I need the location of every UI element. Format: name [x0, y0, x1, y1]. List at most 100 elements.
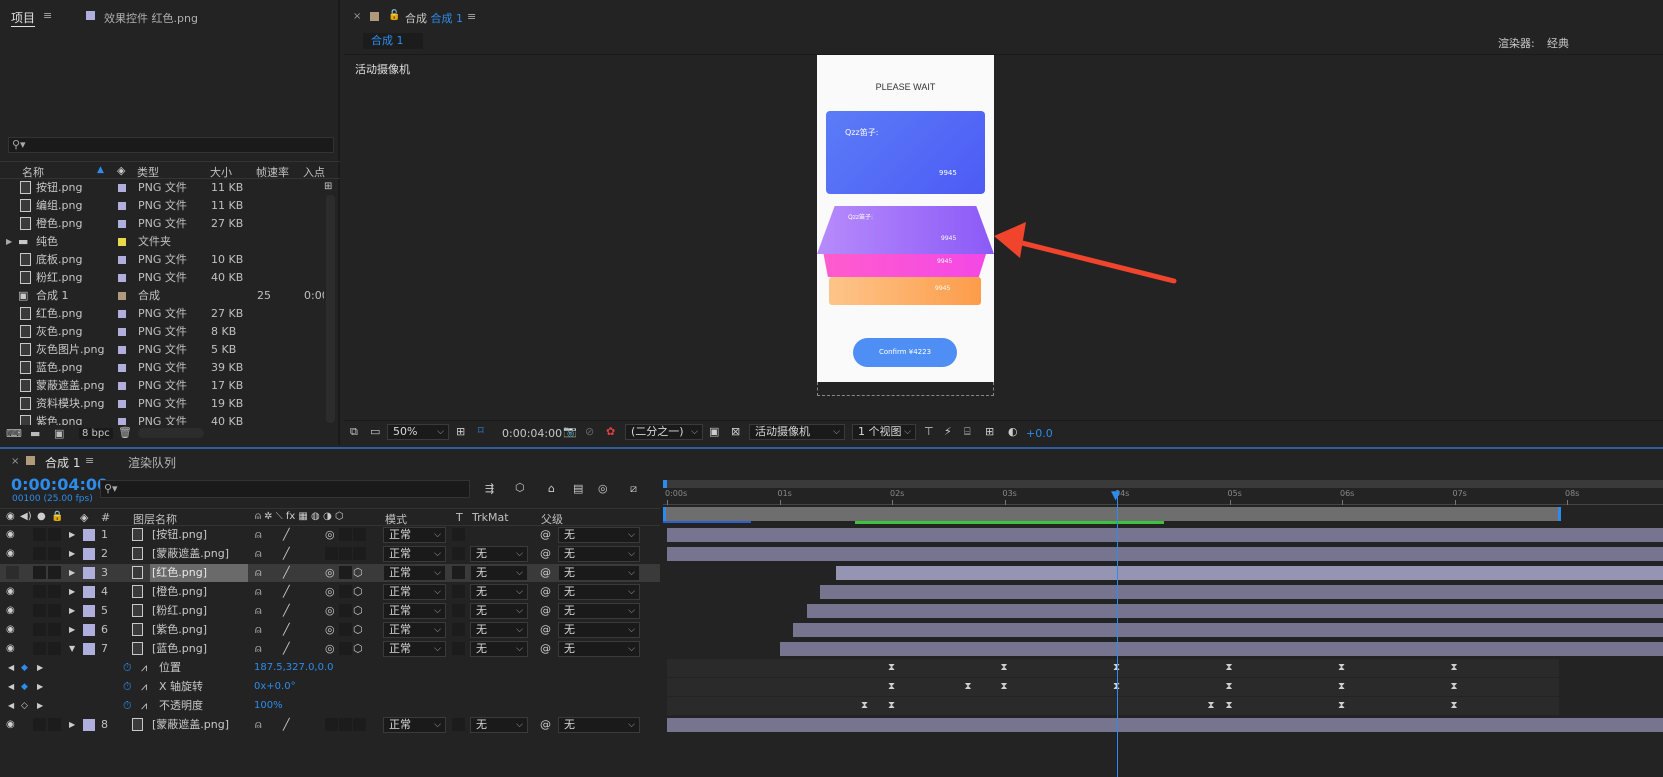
new-comp-icon[interactable]: ▣ — [54, 427, 64, 440]
keyframe-marker[interactable]: ⧗ — [1338, 662, 1345, 674]
layer-name[interactable]: [紫色.png] — [150, 621, 248, 639]
pick-whip-icon[interactable]: @ — [540, 602, 551, 620]
solo-toggle[interactable] — [33, 718, 46, 731]
solo-toggle[interactable] — [33, 604, 46, 617]
collapsed-arrow-icon[interactable]: ▶ — [69, 526, 75, 544]
label-color-swatch[interactable] — [118, 346, 126, 354]
search-input[interactable]: ⚲▾ — [8, 137, 334, 153]
keyframe-marker[interactable]: ⧗ — [1451, 700, 1458, 712]
collapsed-arrow-icon[interactable]: ▶ — [69, 583, 75, 601]
motion-blur-icon[interactable]: ◎ — [325, 526, 335, 544]
timeline-timecode[interactable]: 0:00:04:00 — [11, 475, 108, 494]
label-color-swatch[interactable] — [83, 567, 95, 579]
keyframe-diamond-icon[interactable]: ◇ — [21, 697, 28, 715]
snapshot-icon[interactable]: ⧉ — [350, 425, 358, 439]
motion-blur-icon[interactable]: ◎ — [325, 621, 335, 639]
3d-layer-icon[interactable]: ⬡ — [353, 564, 363, 582]
draft-3d-icon[interactable]: ⬡ — [515, 481, 525, 494]
property-value[interactable]: 100% — [254, 697, 283, 715]
project-item[interactable]: 蓝色.pngPNG 文件39 KB — [0, 359, 324, 377]
motion-blur-icon[interactable]: ◎ — [325, 602, 335, 620]
3d-layer-icon[interactable]: ⬡ — [353, 583, 363, 601]
label-color-swatch[interactable] — [118, 274, 126, 282]
flowchart-icon[interactable]: ⊞ — [985, 425, 994, 438]
3d-layer-icon[interactable]: ⬡ — [353, 602, 363, 620]
collapsed-arrow-icon[interactable]: ▶ — [69, 621, 75, 639]
project-item[interactable]: 灰色.pngPNG 文件8 KB — [0, 323, 324, 341]
keyframe-marker[interactable]: ⧗ — [888, 681, 895, 693]
folder-icon[interactable]: ▬ — [30, 427, 40, 440]
lock-toggle[interactable] — [48, 604, 61, 617]
adjustment-toggle[interactable] — [339, 528, 352, 541]
label-color-swatch[interactable] — [83, 605, 95, 617]
layer-name[interactable]: [粉红.png] — [150, 602, 248, 620]
preserve-transparency-toggle[interactable] — [452, 718, 465, 731]
lock-toggle[interactable] — [48, 528, 61, 541]
navigator-start-handle[interactable] — [663, 480, 667, 488]
adjustment-toggle[interactable] — [339, 604, 352, 617]
layer-name[interactable]: [蓝色.png] — [150, 640, 248, 658]
quality-switch-icon[interactable]: ╱ — [283, 526, 290, 544]
comp-canvas[interactable]: PLEASE WAIT Qzz笛子: 9945 9945 9945 Qzz笛子:… — [817, 55, 994, 382]
eye-icon[interactable]: ◉ — [6, 640, 15, 658]
trkmat-dropdown[interactable]: 无⌵ — [470, 584, 528, 600]
prev-keyframe-icon[interactable]: ◀ — [8, 697, 14, 715]
3d-layer-toggle[interactable] — [353, 528, 366, 541]
interpret-icon[interactable]: ⌨ — [6, 427, 22, 440]
preserve-transparency-toggle[interactable] — [452, 642, 465, 655]
stopwatch-icon[interactable]: ⏱ — [123, 697, 132, 715]
collapse-switch-icon[interactable]: ⍝ — [255, 640, 262, 658]
timeline-icon[interactable]: ⌸ — [964, 425, 971, 439]
project-item[interactable]: 粉红.pngPNG 文件40 KB — [0, 269, 324, 287]
eye-icon[interactable]: ◉ — [6, 511, 15, 522]
layer-duration-bar[interactable] — [667, 547, 1663, 561]
motion-blur-icon[interactable]: ◎ — [325, 564, 335, 582]
trkmat-dropdown[interactable]: 无⌵ — [470, 603, 528, 619]
collapsed-arrow-icon[interactable]: ▶ — [69, 716, 75, 734]
pick-whip-icon[interactable]: @ — [540, 583, 551, 601]
menu-icon[interactable]: ≡ — [85, 454, 94, 467]
label-color-swatch[interactable] — [83, 719, 95, 731]
graph-editor-icon[interactable]: ⧄ — [630, 482, 637, 496]
trkmat-dropdown[interactable]: 无⌵ — [470, 717, 528, 733]
monitor-icon[interactable]: ▭ — [370, 425, 380, 438]
collapse-switch-icon[interactable]: ⍝ — [255, 526, 262, 544]
expanded-arrow-icon[interactable]: ▼ — [69, 640, 75, 658]
solo-toggle[interactable] — [33, 585, 46, 598]
layer-name[interactable]: [橙色.png] — [150, 583, 248, 601]
resolution-dropdown[interactable]: (二分之一)⌵ — [625, 424, 703, 440]
solo-toggle[interactable] — [33, 623, 46, 636]
collapse-switch-icon[interactable]: ⍝ — [255, 545, 262, 563]
keyframe-marker[interactable]: ⧗ — [1451, 662, 1458, 674]
next-keyframe-icon[interactable]: ▶ — [37, 659, 43, 677]
project-item[interactable]: ▣合成 1合成250:00: — [0, 287, 324, 305]
motion-blur-toggle[interactable] — [325, 718, 338, 731]
exposure-value[interactable]: +0.0 — [1026, 427, 1053, 440]
layer-duration-bar[interactable] — [780, 642, 1663, 656]
keyframe-marker[interactable]: ⧗ — [1451, 681, 1458, 693]
adjustment-toggle[interactable] — [339, 623, 352, 636]
pick-whip-icon[interactable]: @ — [540, 640, 551, 658]
solo-toggle[interactable] — [33, 547, 46, 560]
collapse-switch-icon[interactable]: ⍝ — [255, 716, 262, 734]
mode-dropdown[interactable]: 正常⌵ — [383, 584, 446, 600]
layer-row[interactable]: ◉▶5[粉红.png]⍝╱◎⬡正常⌵无⌵@无⌵ — [0, 602, 660, 620]
shy-icon[interactable]: ⌂ — [548, 482, 555, 495]
label-color-swatch[interactable] — [118, 310, 126, 318]
layer-name[interactable]: [按钮.png] — [150, 526, 248, 544]
parent-dropdown[interactable]: 无⌵ — [558, 546, 640, 562]
keyframe-marker[interactable]: ⧗ — [888, 700, 895, 712]
label-color-swatch[interactable] — [118, 382, 126, 390]
layer-duration-bar[interactable] — [836, 566, 1663, 580]
pick-whip-icon[interactable]: @ — [540, 526, 551, 544]
layer-row[interactable]: ◉▶6[紫色.png]⍝╱◎⬡正常⌵无⌵@无⌵ — [0, 621, 660, 639]
label-color-swatch[interactable] — [118, 238, 126, 246]
solo-toggle[interactable] — [33, 566, 46, 579]
adjustment-toggle[interactable] — [339, 642, 352, 655]
layer-duration-bar[interactable] — [820, 585, 1663, 599]
trash-icon[interactable]: 🗑 — [118, 426, 132, 439]
layer-row[interactable]: ◉▼7[蓝色.png]⍝╱◎⬡正常⌵无⌵@无⌵ — [0, 640, 660, 658]
label-color-swatch[interactable] — [118, 202, 126, 210]
motion-blur-icon[interactable]: ◎ — [598, 482, 608, 495]
rgb-icon[interactable]: ✿ — [606, 425, 615, 438]
